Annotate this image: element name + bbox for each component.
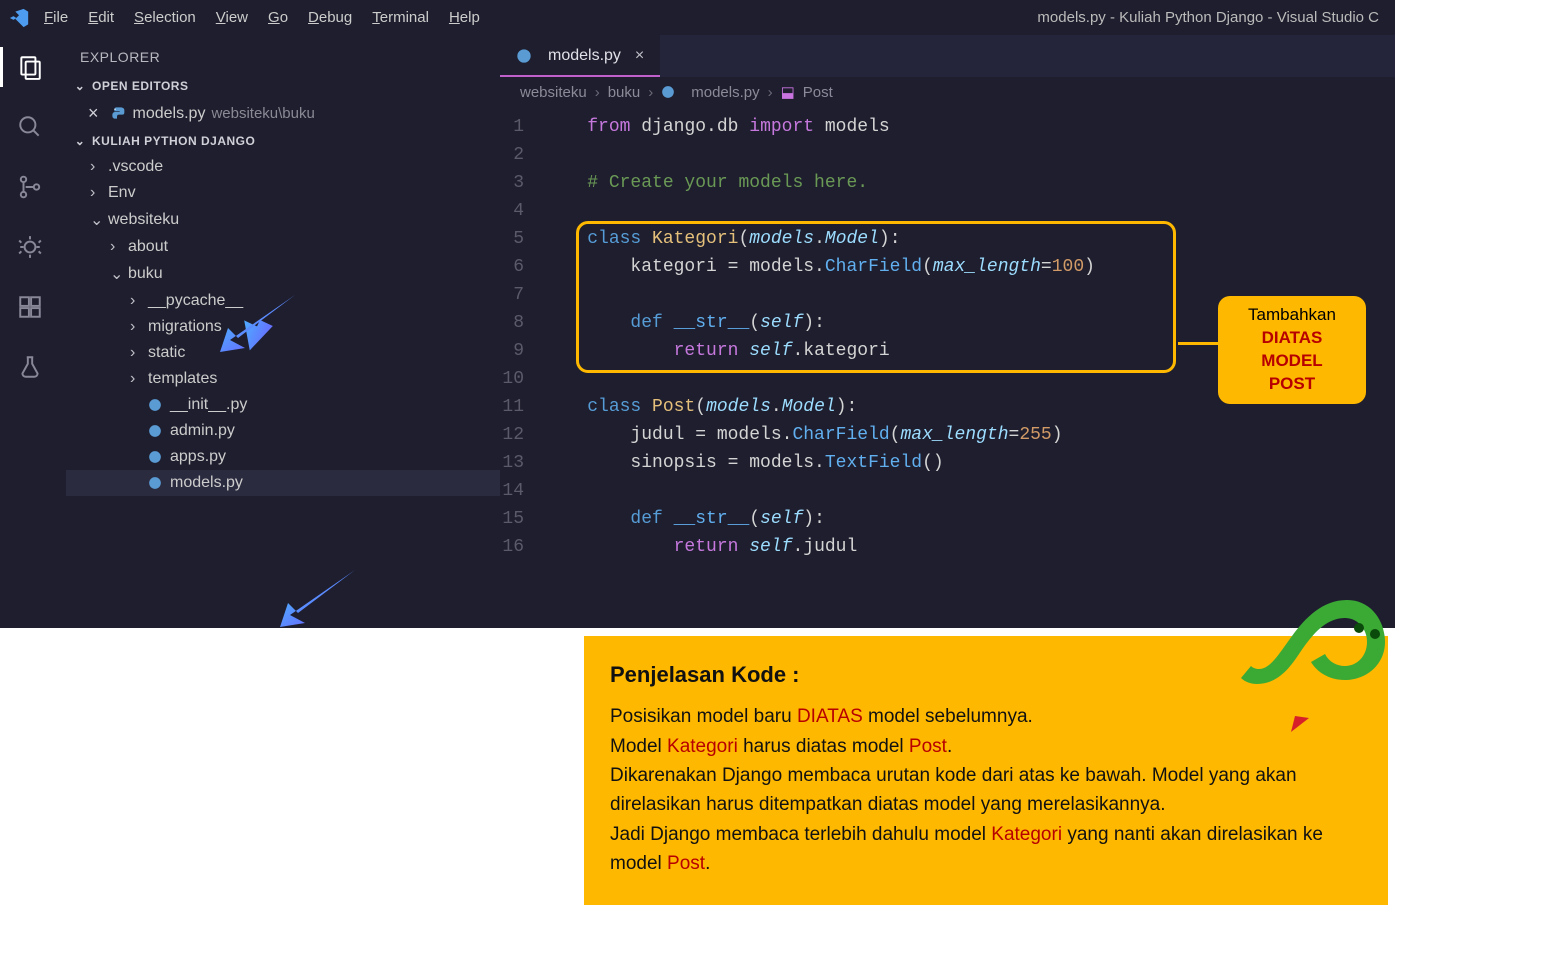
tree-file-models[interactable]: models.py xyxy=(66,470,500,496)
annot-line2: DIATAS xyxy=(1262,328,1323,347)
tree-file-apps[interactable]: apps.py xyxy=(66,444,500,470)
tab-label: models.py xyxy=(548,47,621,65)
crumb-1[interactable]: websiteku xyxy=(520,84,587,101)
debug-icon[interactable] xyxy=(16,233,44,261)
tab-bar: models.py × xyxy=(500,35,1395,77)
open-editors-label: OPEN EDITORS xyxy=(92,79,188,93)
chevron-down-icon: ⌄ xyxy=(72,134,88,148)
explain-p4: Jadi Django membaca terlebih dahulu mode… xyxy=(610,820,1362,879)
menu-debug[interactable]: Debug xyxy=(308,9,352,26)
testing-icon[interactable] xyxy=(16,353,44,381)
vscode-logo-icon xyxy=(8,7,30,29)
close-icon[interactable]: × xyxy=(635,47,644,65)
open-file-name: models.py xyxy=(133,105,206,123)
body-area: EXPLORER ⌄ OPEN EDITORS × models.py webs… xyxy=(0,35,1395,628)
annot-line3: MODEL xyxy=(1261,351,1322,370)
menu-edit[interactable]: Edit xyxy=(88,9,114,26)
search-icon[interactable] xyxy=(16,113,44,141)
vscode-window: FFileile Edit Selection View Go Debug Te… xyxy=(0,0,1395,628)
file-tree: ›.vscode ›Env ⌄websiteku ›about ⌄buku ›_… xyxy=(60,154,500,496)
menu-selection[interactable]: Selection xyxy=(134,9,196,26)
symbol-class-icon: ⬓ xyxy=(781,83,795,101)
project-header[interactable]: ⌄ KULIAH PYTHON DJANGO xyxy=(60,128,500,154)
crumb-3[interactable]: models.py xyxy=(691,84,759,101)
python-icon xyxy=(148,450,162,464)
close-icon[interactable]: × xyxy=(88,103,99,124)
annotation-connector xyxy=(1178,342,1218,345)
explorer-title: EXPLORER xyxy=(60,41,500,73)
open-editors-header[interactable]: ⌄ OPEN EDITORS xyxy=(60,73,500,99)
python-icon xyxy=(148,398,162,412)
python-icon xyxy=(109,106,125,122)
breadcrumb[interactable]: websiteku › buku › models.py › ⬓ Post xyxy=(500,77,1395,107)
crumb-4[interactable]: Post xyxy=(803,84,833,101)
annotation-callout: Tambahkan DIATAS MODEL POST xyxy=(1218,296,1366,404)
menu-file[interactable]: FFileile xyxy=(44,9,68,26)
tree-folder-migrations[interactable]: ›migrations xyxy=(66,314,500,340)
chevron-right-icon: › xyxy=(768,84,773,101)
tree-folder-vscode[interactable]: ›.vscode xyxy=(66,154,500,180)
python-icon xyxy=(148,476,162,490)
project-label: KULIAH PYTHON DJANGO xyxy=(92,134,255,148)
menu-go[interactable]: Go xyxy=(268,9,288,26)
explorer-icon[interactable] xyxy=(16,53,44,81)
menu-terminal[interactable]: Terminal xyxy=(372,9,429,26)
menu-help[interactable]: Help xyxy=(449,9,480,26)
tree-folder-pycache[interactable]: ›__pycache__ xyxy=(66,288,500,314)
chevron-right-icon: › xyxy=(648,84,653,101)
explain-p3: Dikarenakan Django membaca urutan kode d… xyxy=(610,761,1362,820)
python-icon xyxy=(661,85,675,99)
window-title: models.py - Kuliah Python Django - Visua… xyxy=(1037,9,1387,26)
open-file-path: websiteku\buku xyxy=(211,105,314,122)
snake-mascot-icon xyxy=(1227,580,1387,740)
annot-line1: Tambahkan xyxy=(1248,305,1336,324)
sidebar: EXPLORER ⌄ OPEN EDITORS × models.py webs… xyxy=(60,35,500,628)
extensions-icon[interactable] xyxy=(16,293,44,321)
menu-bar: FFileile Edit Selection View Go Debug Te… xyxy=(44,9,1037,26)
crumb-2[interactable]: buku xyxy=(608,84,641,101)
title-bar: FFileile Edit Selection View Go Debug Te… xyxy=(0,0,1395,35)
tree-folder-about[interactable]: ›about xyxy=(66,234,500,260)
tree-folder-websiteku[interactable]: ⌄websiteku xyxy=(66,206,500,234)
tree-folder-static[interactable]: ›static xyxy=(66,340,500,366)
source-control-icon[interactable] xyxy=(16,173,44,201)
python-icon xyxy=(148,424,162,438)
chevron-down-icon: ⌄ xyxy=(72,79,88,93)
open-editor-item[interactable]: × models.py websiteku\buku xyxy=(60,99,500,128)
activity-bar xyxy=(0,35,60,628)
tree-file-init[interactable]: __init__.py xyxy=(66,392,500,418)
tree-folder-templates[interactable]: ›templates xyxy=(66,366,500,392)
tree-file-admin[interactable]: admin.py xyxy=(66,418,500,444)
python-icon xyxy=(516,48,532,64)
tree-folder-env[interactable]: ›Env xyxy=(66,180,500,206)
chevron-right-icon: › xyxy=(595,84,600,101)
menu-view[interactable]: View xyxy=(216,9,248,26)
tab-models[interactable]: models.py × xyxy=(500,35,660,77)
tree-folder-buku[interactable]: ⌄buku xyxy=(66,260,500,288)
annot-line4: POST xyxy=(1269,374,1315,393)
